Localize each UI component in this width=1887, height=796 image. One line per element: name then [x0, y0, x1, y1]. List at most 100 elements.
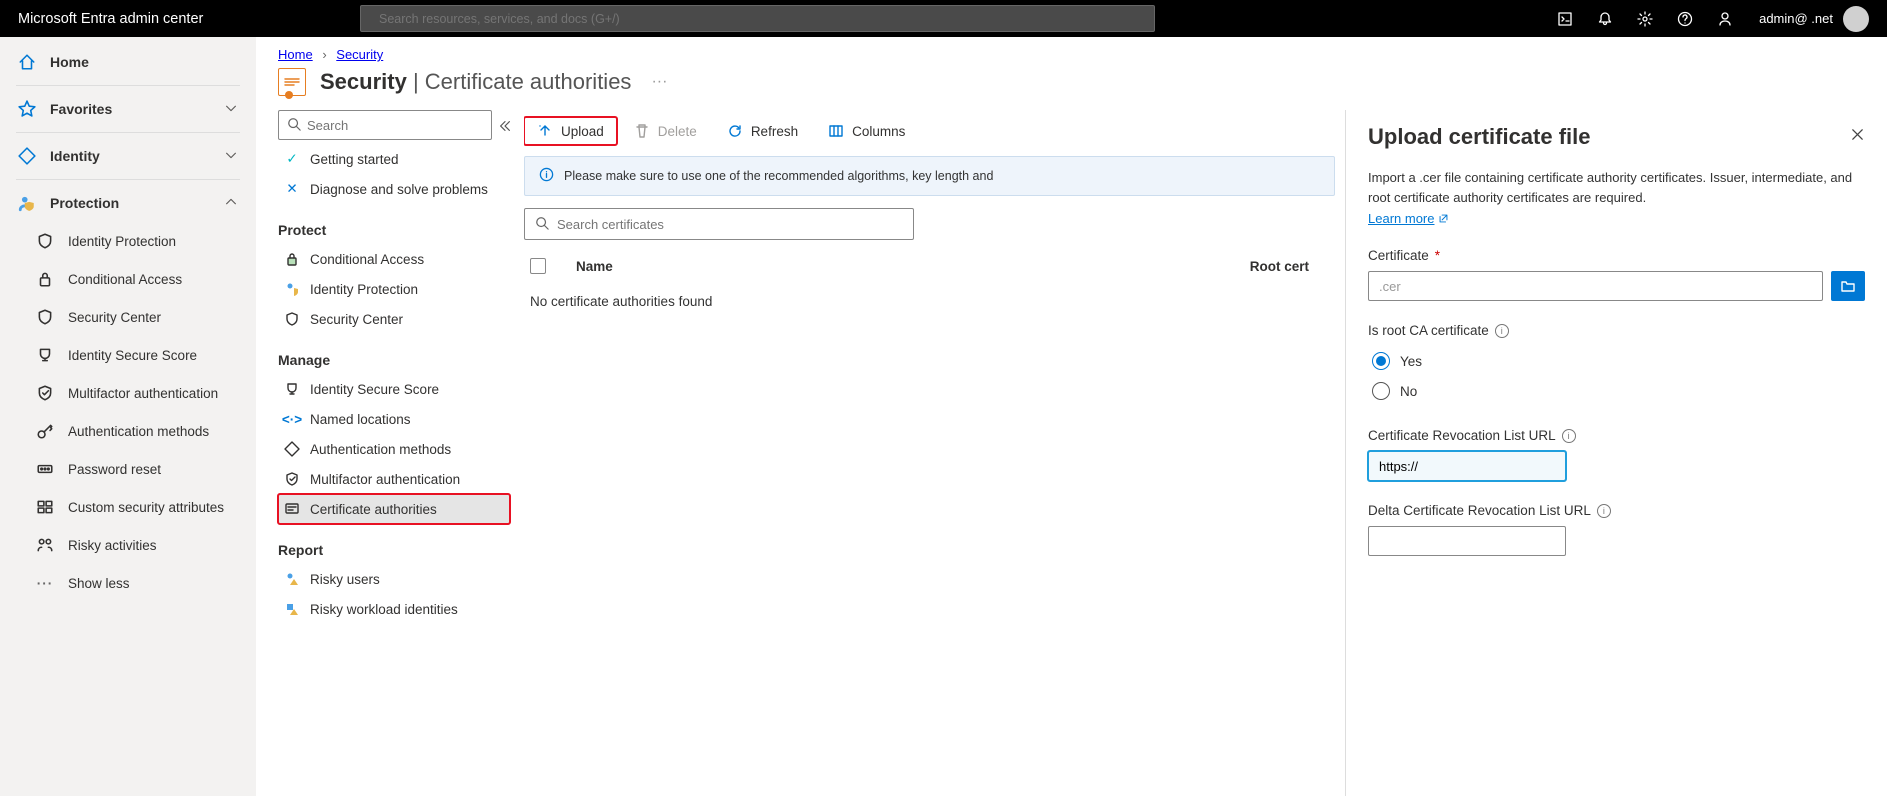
global-search[interactable]	[360, 5, 1155, 32]
sidebar-item-risky-activities[interactable]: Risky activities	[0, 526, 256, 564]
upload-button[interactable]: Upload	[524, 117, 617, 145]
delta-label: Delta Certificate Revocation List URL i	[1368, 503, 1865, 518]
blade-search-input[interactable]	[307, 118, 483, 133]
notifications-icon[interactable]	[1585, 0, 1625, 37]
lock-icon	[36, 270, 54, 288]
avatar[interactable]	[1843, 6, 1869, 32]
sidebar-item-identity-protection[interactable]: Identity Protection	[0, 222, 256, 260]
sidebar-item-home[interactable]: Home	[0, 43, 256, 81]
sidebar-item-secure-score[interactable]: Identity Secure Score	[0, 336, 256, 374]
header-right: admin@ .net	[1545, 0, 1869, 37]
info-icon[interactable]: i	[1562, 429, 1576, 443]
certificate-icon	[278, 68, 306, 96]
info-icon[interactable]: i	[1597, 504, 1611, 518]
crumb-security[interactable]: Security	[336, 47, 383, 62]
page-title-row: Security | Certificate authorities ···	[256, 66, 1887, 110]
info-icon[interactable]: i	[1495, 324, 1509, 338]
sidebar-item-label: Identity Secure Score	[68, 348, 197, 363]
brand: Microsoft Entra admin center	[18, 11, 348, 27]
risky-user-icon	[284, 571, 300, 587]
toolbar: Upload Delete Refresh Columns	[524, 110, 1335, 152]
feedback-icon[interactable]	[1705, 0, 1745, 37]
user-yellow-icon	[284, 281, 300, 297]
columns-button[interactable]: Columns	[815, 117, 918, 145]
info-icon	[539, 167, 554, 185]
blade-group-report: Report	[278, 542, 510, 558]
blade-item-conditional-access[interactable]: Conditional Access	[278, 244, 510, 274]
delta-input[interactable]	[1368, 526, 1566, 556]
cloud-shell-icon[interactable]	[1545, 0, 1585, 37]
blade-item-certificate-authorities[interactable]: Certificate authorities	[278, 494, 510, 524]
sidebar-item-identity[interactable]: Identity	[0, 137, 256, 175]
sidebar-item-password-reset[interactable]: Password reset	[0, 450, 256, 488]
more-icon[interactable]: ···	[651, 73, 667, 91]
sidebar-item-label: Conditional Access	[68, 272, 182, 287]
cert-file-input[interactable]	[1368, 271, 1823, 301]
blade-item-security-center[interactable]: Security Center	[278, 304, 510, 334]
lock-green-icon	[284, 251, 300, 267]
crumb-home[interactable]: Home	[278, 47, 313, 62]
learn-more-link[interactable]: Learn more	[1368, 211, 1449, 226]
col-name[interactable]: Name	[576, 259, 613, 274]
sidebar-item-show-less[interactable]: ···Show less	[0, 564, 256, 602]
sidebar-item-protection[interactable]: Protection	[0, 184, 256, 222]
close-icon[interactable]	[1850, 127, 1865, 147]
blade-group-manage: Manage	[278, 352, 510, 368]
blade-item-named-locations[interactable]: <·>Named locations	[278, 404, 510, 434]
diamond-blue-icon	[284, 441, 300, 457]
crl-input[interactable]	[1368, 451, 1566, 481]
sidebar-item-custom-attributes[interactable]: Custom security attributes	[0, 488, 256, 526]
blade-item-getting-started[interactable]: ✓Getting started	[278, 144, 510, 174]
blade-search[interactable]	[278, 110, 492, 140]
sidebar-item-favorites[interactable]: Favorites	[0, 90, 256, 128]
sidebar-item-label: Multifactor authentication	[68, 386, 218, 401]
radio-icon	[1372, 352, 1390, 370]
global-search-input[interactable]	[379, 12, 1144, 26]
user-shield-icon	[18, 194, 36, 212]
radio-icon	[1372, 382, 1390, 400]
sidebar-item-label: Identity Protection	[68, 234, 176, 249]
radio-no[interactable]: No	[1368, 376, 1865, 406]
sidebar-item-label: Favorites	[50, 101, 112, 117]
blade-item-auth-methods[interactable]: Authentication methods	[278, 434, 510, 464]
blade-item-secure-score[interactable]: Identity Secure Score	[278, 374, 510, 404]
collapse-icon[interactable]	[498, 119, 512, 136]
refresh-button[interactable]: Refresh	[714, 117, 811, 145]
chevron-down-icon	[224, 148, 238, 165]
cert-filter[interactable]	[524, 208, 914, 240]
blade-item-risky-workload[interactable]: Risky workload identities	[278, 594, 510, 624]
sidebar-item-mfa[interactable]: Multifactor authentication	[0, 374, 256, 412]
sidebar-item-security-center[interactable]: Security Center	[0, 298, 256, 336]
brackets-icon: <·>	[284, 411, 300, 427]
sidebar-item-auth-methods[interactable]: Authentication methods	[0, 412, 256, 450]
blade-item-mfa[interactable]: Multifactor authentication	[278, 464, 510, 494]
blade-item-diagnose[interactable]: ✕Diagnose and solve problems	[278, 174, 510, 204]
certificate-icon	[284, 501, 300, 517]
blade-item-risky-users[interactable]: Risky users	[278, 564, 510, 594]
blade-group-protect: Protect	[278, 222, 510, 238]
select-all-checkbox[interactable]	[530, 258, 546, 274]
primary-sidebar: Home Favorites Identity Protection Ident…	[0, 37, 256, 796]
sidebar-item-label: Identity	[50, 148, 100, 164]
sidebar-item-conditional-access[interactable]: Conditional Access	[0, 260, 256, 298]
col-root[interactable]: Root cert	[1250, 259, 1309, 274]
home-icon	[18, 53, 36, 71]
sidebar-item-label: Protection	[50, 195, 119, 211]
refresh-icon	[727, 123, 743, 139]
shield-q-icon	[36, 308, 54, 326]
radio-yes[interactable]: Yes	[1368, 346, 1865, 376]
blade-item-identity-protection[interactable]: Identity Protection	[278, 274, 510, 304]
chevron-up-icon	[224, 195, 238, 212]
help-icon[interactable]	[1665, 0, 1705, 37]
sidebar-item-label: Custom security attributes	[68, 500, 224, 515]
attributes-icon	[36, 498, 54, 516]
browse-button[interactable]	[1831, 271, 1865, 301]
user-label[interactable]: admin@ .net	[1759, 11, 1843, 26]
wrench-icon: ✕	[284, 181, 300, 197]
password-icon	[36, 460, 54, 478]
settings-icon[interactable]	[1625, 0, 1665, 37]
diamond-icon	[18, 147, 36, 165]
dots-icon: ···	[36, 574, 54, 592]
blade-nav: ✓Getting started ✕Diagnose and solve pro…	[278, 110, 524, 796]
cert-filter-input[interactable]	[557, 217, 903, 232]
